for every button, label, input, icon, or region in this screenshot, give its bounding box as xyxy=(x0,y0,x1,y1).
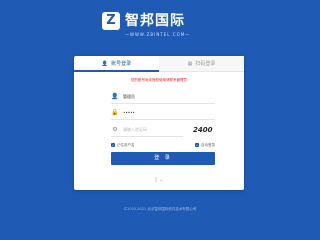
password-field[interactable]: 🔒 ••••• xyxy=(111,107,215,120)
password-value: ••••• xyxy=(123,110,135,115)
brand-name: 智邦国际 xyxy=(125,13,185,29)
error-message: 您的账号尚未授权使用请联系管理员 xyxy=(131,78,187,82)
tab-account-label: 账号登录 xyxy=(111,61,132,67)
tab-account-login[interactable]: 👤 账号登录 xyxy=(74,56,159,72)
mobile-phone-icon: ▯ xyxy=(154,177,158,183)
shield-icon: ⚙ xyxy=(112,126,118,133)
auto-login-label: 自动登录 xyxy=(201,143,215,147)
login-card: 👤 账号登录 ▦ 扫码登录 您的账号尚未授权使用请联系管理员 👤 管理员 🔒 •••… xyxy=(74,56,244,190)
checkbox-checked-icon: ✓ xyxy=(195,143,199,147)
auto-login-checkbox[interactable]: ✓ 自动登录 xyxy=(195,142,215,148)
verify-code-field[interactable]: ⚙ 请输入验证码 xyxy=(111,124,183,137)
lock-icon: 🔒 xyxy=(111,109,119,116)
brand-tagline: —WWW.ZBINTEL.COM— xyxy=(125,32,191,37)
login-tabs: 👤 账号登录 ▦ 扫码登录 xyxy=(74,56,244,72)
logo-mark-icon: Z xyxy=(102,12,120,30)
remember-checkbox[interactable]: ✓ 记住用户名 xyxy=(111,142,135,148)
user-icon: 👤 xyxy=(111,93,119,100)
login-button[interactable]: 登 录 xyxy=(111,152,215,165)
chevron-down-icon: ⌄ xyxy=(159,177,164,183)
user-icon: 👤 xyxy=(101,61,109,67)
qr-icon: ▦ xyxy=(187,61,193,67)
verify-code-placeholder: 请输入验证码 xyxy=(123,127,147,132)
footer-copyright: ©2003-2021 北京智邦国际软件技术有限公司 xyxy=(123,207,197,211)
username-field[interactable]: 👤 管理员 xyxy=(111,91,215,104)
tab-qr-label: 扫码登录 xyxy=(195,61,216,67)
username-value: 管理员 xyxy=(123,94,135,99)
tab-qr-login[interactable]: ▦ 扫码登录 xyxy=(159,56,244,72)
captcha-image[interactable]: 2400 xyxy=(193,125,217,135)
brand-logo: Z 智邦国际 —WWW.ZBINTEL.COM— xyxy=(102,12,222,44)
mobile-download[interactable]: ▯ ⌄ xyxy=(74,176,244,184)
checkbox-checked-icon: ✓ xyxy=(111,143,115,147)
remember-label: 记住用户名 xyxy=(117,143,135,147)
